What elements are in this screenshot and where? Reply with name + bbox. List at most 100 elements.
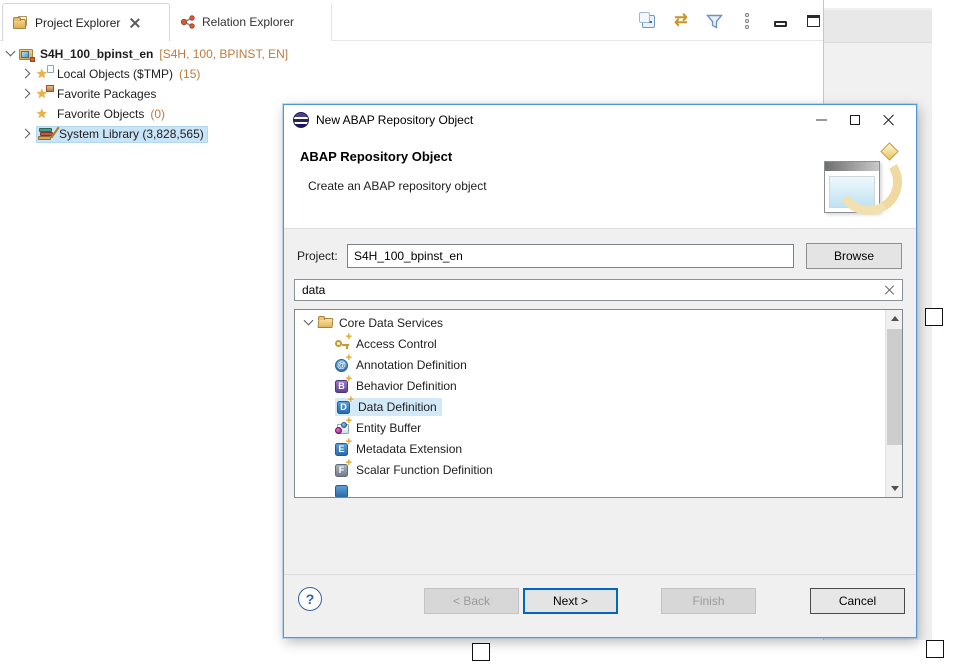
resize-handle-corner[interactable]: [926, 640, 944, 658]
favorite-objects-icon: ★: [36, 107, 53, 122]
list-item-access-control[interactable]: + Access Control: [295, 333, 885, 354]
window-controls: [804, 105, 906, 135]
chevron-down-icon[interactable]: [303, 318, 313, 328]
view-menu-icon: [745, 13, 749, 29]
tree-item-label: System Library (3,828,565): [59, 127, 204, 141]
folder-icon: [318, 316, 334, 329]
resize-handle-right[interactable]: [925, 308, 943, 326]
filter-button[interactable]: [704, 11, 724, 31]
list-scrollbar[interactable]: [885, 310, 902, 497]
project-input[interactable]: S4H_100_bpinst_en: [347, 244, 794, 268]
dialog-header: ABAP Repository Object Create an ABAP re…: [284, 135, 916, 229]
tab-relation-explorer[interactable]: Relation Explorer: [170, 3, 332, 41]
clear-filter-icon[interactable]: [885, 285, 895, 295]
cancel-button[interactable]: Cancel: [810, 588, 905, 614]
list-item-annotation-definition[interactable]: @+ Annotation Definition: [295, 354, 885, 375]
tree-item-favorite-packages[interactable]: ★ Favorite Packages: [0, 84, 600, 104]
finish-button[interactable]: Finish: [661, 588, 756, 614]
relation-explorer-icon: [180, 14, 196, 30]
dialog-titlebar[interactable]: New ABAP Repository Object: [284, 105, 916, 135]
local-objects-icon: ★: [36, 67, 53, 82]
tree-item-label: Favorite Packages: [57, 87, 156, 101]
view-toolbar: ⇄: [638, 9, 823, 33]
right-panel-header: [824, 10, 932, 43]
wizard-banner-image: [814, 143, 902, 223]
help-button[interactable]: ?: [298, 587, 322, 611]
view-tabbar: Project Explorer Relation Explorer ⇄: [0, 0, 823, 41]
list-item-entity-buffer[interactable]: + Entity Buffer: [295, 417, 885, 438]
tree-item-label: Local Objects ($TMP): [57, 67, 173, 81]
list-item-label: Metadata Extension: [356, 442, 462, 456]
maximize-icon: [850, 115, 860, 125]
tab-project-explorer[interactable]: Project Explorer: [2, 3, 170, 41]
close-icon: [883, 114, 895, 126]
scroll-up-icon[interactable]: [886, 310, 903, 327]
tree-item-decoration: (15): [179, 67, 200, 81]
data-definition-icon: D+: [337, 399, 353, 415]
favorite-packages-icon: ★: [36, 87, 53, 102]
list-item-metadata-extension[interactable]: E+ Metadata Extension: [295, 438, 885, 459]
filter-icon: [706, 14, 723, 29]
tree-item-project[interactable]: S4H_100_bpinst_en [S4H, 100, BPINST, EN]: [0, 44, 600, 64]
tree-node-label: Core Data Services: [339, 316, 443, 330]
filter-value: data: [302, 283, 885, 297]
abap-project-icon: [19, 47, 36, 62]
list-item-data-definition[interactable]: D+ Data Definition: [295, 396, 885, 417]
collapse-all-button[interactable]: [638, 11, 658, 31]
project-explorer-icon: [13, 16, 29, 30]
entity-buffer-icon: +: [335, 420, 351, 436]
chevron-right-icon[interactable]: [22, 69, 32, 79]
chevron-right-icon[interactable]: [22, 129, 32, 139]
maximize-window-button[interactable]: [838, 105, 872, 135]
back-button[interactable]: < Back: [424, 588, 519, 614]
wizard-title: ABAP Repository Object: [300, 149, 452, 164]
list-item-label: Annotation Definition: [356, 358, 467, 372]
collapse-all-icon: [642, 15, 655, 28]
tree-item-local-objects[interactable]: ★ Local Objects ($TMP) (15): [0, 64, 600, 84]
list-item-label: Behavior Definition: [356, 379, 457, 393]
list-item-clipped[interactable]: [295, 480, 885, 498]
minimize-view-button[interactable]: [770, 11, 790, 31]
chevron-right-icon[interactable]: [22, 89, 32, 99]
list-item-label: Access Control: [356, 337, 437, 351]
link-with-editor-icon: ⇄: [674, 13, 687, 29]
minimize-icon: [816, 119, 827, 121]
object-icon: [335, 483, 351, 499]
chevron-down-icon[interactable]: [5, 49, 15, 59]
filter-input[interactable]: data: [294, 279, 903, 301]
list-item-behavior-definition[interactable]: B+ Behavior Definition: [295, 375, 885, 396]
minimize-icon: [774, 21, 787, 27]
list-item-label: Data Definition: [358, 400, 437, 414]
scroll-down-icon[interactable]: [886, 480, 903, 497]
dialog-title: New ABAP Repository Object: [316, 113, 473, 127]
view-menu-button[interactable]: [737, 11, 757, 31]
system-library-icon: [38, 127, 55, 142]
tree-node-core-data-services[interactable]: Core Data Services: [295, 312, 885, 333]
project-field-row: Project: S4H_100_bpinst_en Browse: [297, 243, 902, 269]
tree-item-decoration: [S4H, 100, BPINST, EN]: [159, 47, 288, 61]
access-control-icon: +: [335, 336, 351, 352]
browse-button[interactable]: Browse: [806, 243, 902, 269]
resize-handle-bottom[interactable]: [472, 643, 490, 661]
tree-item-label: Favorite Objects: [57, 107, 144, 121]
scalar-function-definition-icon: F+: [335, 462, 351, 478]
tree-item-decoration: (0): [150, 107, 165, 121]
tree-selection-highlight: System Library (3,828,565): [36, 126, 208, 143]
maximize-view-button[interactable]: [803, 11, 823, 31]
next-button[interactable]: Next >: [523, 588, 618, 614]
tree-item-label: S4H_100_bpinst_en: [40, 47, 153, 61]
link-with-editor-button[interactable]: ⇄: [671, 11, 691, 31]
wizard-description: Create an ABAP repository object: [308, 179, 487, 193]
tab-label: Relation Explorer: [202, 15, 294, 29]
scrollbar-thumb[interactable]: [887, 329, 902, 445]
close-window-button[interactable]: [872, 105, 906, 135]
minimize-window-button[interactable]: [804, 105, 838, 135]
object-type-list: Core Data Services + Access Control @+ A…: [294, 309, 903, 498]
list-selection-highlight: D+ Data Definition: [335, 398, 442, 416]
eclipse-icon: [293, 112, 309, 128]
list-item-scalar-function-definition[interactable]: F+ Scalar Function Definition: [295, 459, 885, 480]
project-label: Project:: [297, 249, 347, 263]
close-tab-icon[interactable]: [130, 18, 140, 28]
annotation-definition-icon: @+: [335, 357, 351, 373]
behavior-definition-icon: B+: [335, 378, 351, 394]
